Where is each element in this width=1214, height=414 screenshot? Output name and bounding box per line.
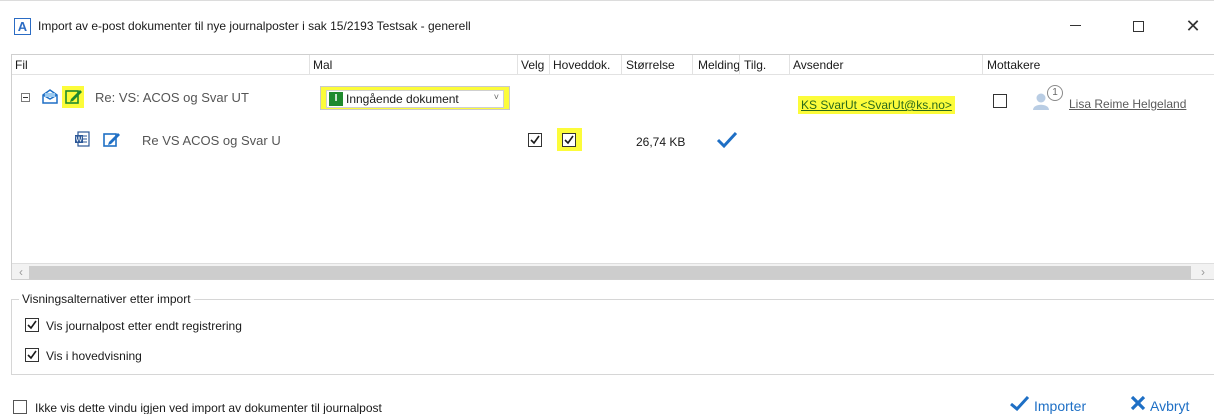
- column-header-storrelse[interactable]: Størrelse: [626, 58, 675, 72]
- column-header-fil[interactable]: Fil: [15, 58, 28, 72]
- dont-show-again-label[interactable]: Ikke vis dette vindu igjen ved import av…: [35, 401, 382, 414]
- show-main-view-checkbox[interactable]: [25, 348, 39, 362]
- scrollbar-thumb[interactable]: [29, 266, 1191, 279]
- template-dropdown[interactable]: I Inngående dokument ˅: [320, 86, 510, 110]
- close-button[interactable]: ✕: [1178, 13, 1208, 39]
- column-header-velg[interactable]: Velg: [521, 58, 544, 72]
- grid-header: Fil Mal Velg Hoveddok. Størrelse Melding…: [12, 55, 1214, 75]
- window-title: Import av e-post dokumenter til nye jour…: [38, 19, 471, 33]
- import-label: Importer: [1034, 398, 1087, 414]
- dont-show-again-checkbox[interactable]: [13, 400, 27, 414]
- column-separator[interactable]: [739, 55, 740, 75]
- checkmark-icon: [716, 131, 738, 152]
- options-legend: Visningsalternativer etter import: [19, 292, 194, 306]
- minimize-icon: [1069, 25, 1081, 27]
- column-header-melding[interactable]: Melding: [698, 58, 740, 72]
- column-separator[interactable]: [789, 55, 790, 75]
- column-header-mal[interactable]: Mal: [313, 58, 332, 72]
- cancel-button[interactable]: Avbryt: [1130, 395, 1190, 414]
- scroll-right-icon[interactable]: ›: [1196, 265, 1210, 279]
- show-journal-post-label[interactable]: Vis journalpost etter endt registrering: [46, 319, 242, 333]
- import-button[interactable]: Importer: [1010, 395, 1087, 414]
- collapse-toggle[interactable]: [21, 93, 30, 102]
- recipient-count-badge: 1: [1047, 85, 1063, 101]
- display-options-group: Visningsalternativer etter import Vis jo…: [11, 292, 1214, 375]
- column-separator[interactable]: [549, 55, 550, 75]
- svg-text:W: W: [76, 136, 83, 144]
- recipient-count: 1: [1052, 87, 1058, 98]
- sender-link[interactable]: KS SvarUt <SvarUt@ks.no>: [798, 96, 955, 114]
- chevron-down-icon: ˅: [493, 92, 499, 102]
- envelope-icon: [41, 89, 59, 108]
- show-main-view-label[interactable]: Vis i hovedvisning: [46, 349, 142, 363]
- word-document-icon: W: [74, 131, 91, 151]
- file-name: Re VS ACOS og Svar U: [142, 133, 281, 148]
- tilg-checkbox[interactable]: [993, 94, 1007, 108]
- horizontal-scrollbar[interactable]: ‹ ›: [12, 263, 1214, 279]
- velg-checkbox[interactable]: [528, 133, 542, 147]
- show-journal-post-checkbox[interactable]: [25, 318, 39, 332]
- column-separator[interactable]: [621, 55, 622, 75]
- template-dropdown-field[interactable]: I Inngående dokument ˅: [326, 90, 504, 108]
- column-separator[interactable]: [309, 55, 310, 75]
- column-separator[interactable]: [692, 55, 693, 75]
- column-header-tilg[interactable]: Tilg.: [744, 58, 766, 72]
- close-icon: [1130, 395, 1146, 414]
- column-header-mottakere[interactable]: Mottakere: [987, 58, 1040, 72]
- cancel-label: Avbryt: [1150, 398, 1190, 414]
- import-grid: Fil Mal Velg Hoveddok. Størrelse Melding…: [11, 54, 1214, 280]
- column-separator[interactable]: [517, 55, 518, 75]
- maximize-icon: [1132, 21, 1144, 32]
- template-type-icon: I: [329, 92, 343, 106]
- scroll-left-icon[interactable]: ‹: [14, 265, 28, 279]
- checkmark-icon: [1010, 395, 1030, 414]
- edit-icon[interactable]: [101, 129, 121, 152]
- hoveddok-checkbox[interactable]: [562, 133, 576, 147]
- file-size: 26,74 KB: [636, 135, 686, 149]
- column-header-hoveddok[interactable]: Hoveddok.: [553, 58, 610, 72]
- template-value: Inngående dokument: [346, 92, 459, 106]
- maximize-button[interactable]: [1123, 13, 1153, 39]
- title-bar: A Import av e-post dokumenter til nye jo…: [0, 0, 1214, 50]
- edit-icon[interactable]: [62, 86, 84, 108]
- minimize-button[interactable]: [1060, 13, 1090, 39]
- recipient-link[interactable]: Lisa Reime Helgeland: [1069, 97, 1186, 111]
- column-header-avsender[interactable]: Avsender: [793, 58, 843, 72]
- table-row-file[interactable]: W Re VS ACOS og Svar U: [12, 125, 1214, 155]
- column-separator[interactable]: [982, 55, 983, 75]
- email-subject: Re: VS: ACOS og Svar UT: [95, 90, 249, 105]
- app-logo-icon: A: [14, 18, 31, 35]
